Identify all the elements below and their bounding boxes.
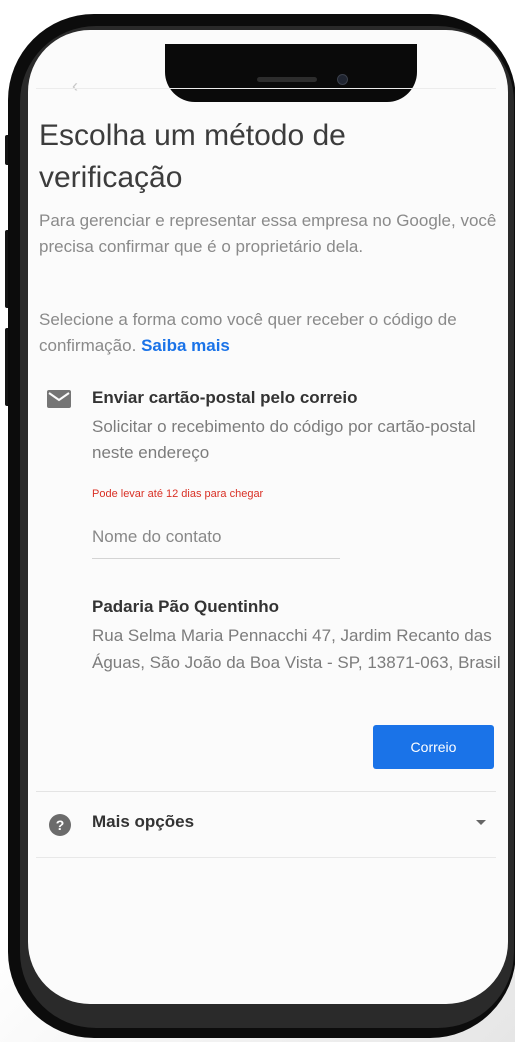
- postcard-option-description: Solicitar o recebimento do código por ca…: [92, 417, 476, 462]
- more-options-row[interactable]: ? Mais opções: [36, 798, 496, 850]
- correio-button[interactable]: Correio: [373, 725, 494, 769]
- speaker-grille: [257, 77, 317, 82]
- delivery-warning: Pode levar até 12 dias para chegar: [92, 488, 264, 500]
- more-options-label: Mais opções: [92, 812, 195, 831]
- postcard-option-title: Enviar cartão-postal pelo correio: [92, 388, 358, 407]
- intro-text: Para gerenciar e representar essa empres…: [39, 211, 497, 256]
- options-divider: [36, 791, 496, 792]
- business-name: Padaria Pão Quentinho: [92, 597, 280, 616]
- contact-name-placeholder: Nome do contato: [92, 527, 222, 546]
- phone-notch: [165, 44, 417, 102]
- header-divider: [36, 88, 496, 89]
- select-method-text: Selecione a forma como você quer receber…: [39, 307, 499, 359]
- contact-name-field[interactable]: Nome do contato: [92, 527, 340, 559]
- front-camera: [337, 74, 348, 85]
- business-address: Rua Selma Maria Pennacchi 47, Jardim Rec…: [92, 626, 501, 672]
- chevron-down-icon: [476, 820, 486, 825]
- back-arrow-icon[interactable]: ‹: [72, 76, 78, 97]
- help-icon: ?: [49, 814, 71, 836]
- page-title: Escolha um método de verificação: [39, 119, 346, 194]
- bottom-divider: [36, 857, 496, 858]
- mail-icon: [47, 390, 71, 408]
- learn-more-link[interactable]: Saiba mais: [141, 336, 230, 355]
- select-method-label: Selecione a forma como você quer receber…: [39, 310, 457, 355]
